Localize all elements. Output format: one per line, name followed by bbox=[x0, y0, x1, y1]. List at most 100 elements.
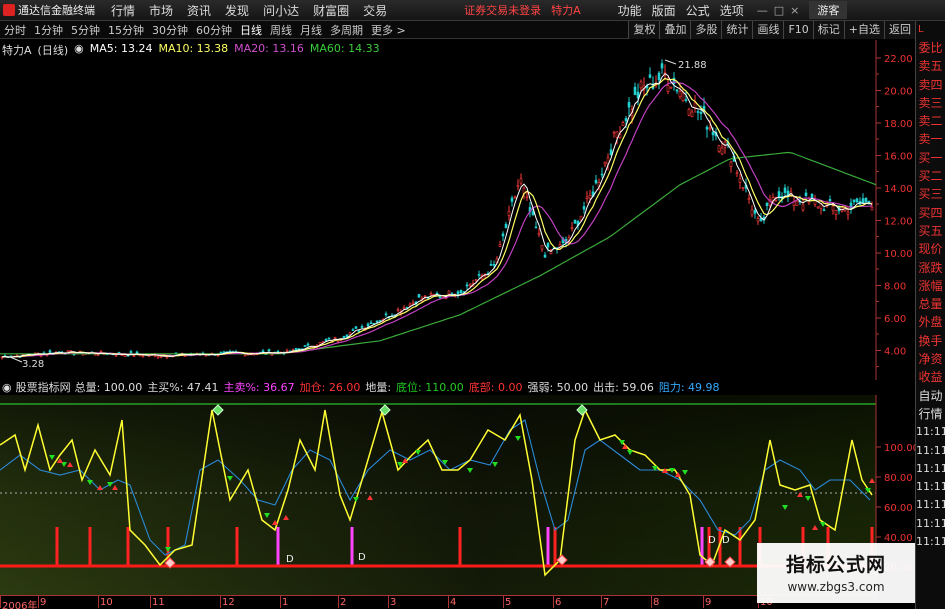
candle-body bbox=[306, 343, 310, 346]
side-item-15[interactable]: 外盘 bbox=[916, 313, 945, 331]
candle-body bbox=[261, 350, 265, 353]
candle-body bbox=[804, 192, 808, 197]
candle-body bbox=[360, 326, 364, 328]
candle-body bbox=[603, 161, 607, 165]
side-item-0[interactable]: 委比 bbox=[916, 39, 945, 57]
candle-body bbox=[777, 191, 781, 198]
date-label-6: 2 bbox=[340, 597, 347, 608]
date-tick-7 bbox=[388, 596, 389, 608]
side-item-20[interactable]: 行情 bbox=[916, 405, 945, 423]
side-item-13[interactable]: 涨幅 bbox=[916, 277, 945, 295]
signal-spike bbox=[350, 527, 354, 566]
side-item-2[interactable]: 卖四 bbox=[916, 76, 945, 94]
side-item-12[interactable]: 涨跌 bbox=[916, 259, 945, 277]
candle-body bbox=[624, 118, 628, 122]
candle-body bbox=[681, 92, 685, 102]
side-item-11[interactable]: 现价 bbox=[916, 240, 945, 258]
ind-label-1: 80.00 bbox=[884, 473, 913, 484]
date-tick-0 bbox=[0, 596, 1, 608]
side-item-16[interactable]: 换手 bbox=[916, 332, 945, 350]
side-item-18[interactable]: 收益 bbox=[916, 368, 945, 386]
date-tick-6 bbox=[338, 596, 339, 608]
indicator-name[interactable]: 股票指标网 bbox=[16, 379, 71, 395]
date-tick-13 bbox=[703, 596, 704, 608]
candle-body bbox=[510, 197, 514, 202]
candle-body bbox=[447, 290, 451, 295]
candle-body bbox=[834, 209, 838, 215]
candle-body bbox=[135, 351, 139, 354]
side-item-9[interactable]: 买四 bbox=[916, 204, 945, 222]
candle-body bbox=[303, 345, 307, 347]
candle-body bbox=[720, 147, 724, 155]
candle-body bbox=[864, 197, 868, 203]
candle-body bbox=[531, 211, 535, 216]
candle-body bbox=[501, 233, 505, 237]
candle-body bbox=[660, 63, 664, 69]
chart-canvas[interactable]: 22.0020.0018.0016.0014.0012.0010.008.006… bbox=[0, 0, 915, 609]
candle-body bbox=[735, 172, 739, 174]
indicator-legend: ◉ 股票指标网 总量: 100.00 主买%: 47.41 主卖%: 36.67 加仓… bbox=[0, 379, 915, 395]
candle-body bbox=[546, 242, 550, 248]
date-label-12: 8 bbox=[653, 597, 660, 608]
candle-body bbox=[294, 348, 298, 351]
candle-body bbox=[396, 309, 400, 312]
candle-body bbox=[753, 209, 757, 214]
date-tick-3 bbox=[150, 596, 151, 608]
candle-body bbox=[468, 284, 472, 287]
price-label-4: 14.00 bbox=[884, 184, 913, 195]
candle-body bbox=[525, 196, 529, 199]
candle-body bbox=[375, 320, 379, 323]
candle-body bbox=[342, 335, 346, 338]
candle-body bbox=[333, 337, 337, 339]
candle-body bbox=[828, 199, 832, 202]
candle-body bbox=[543, 254, 547, 258]
candle-body bbox=[699, 111, 703, 114]
candle-body bbox=[588, 195, 592, 199]
ind-label-0: 100.00 bbox=[884, 443, 915, 454]
candle-body bbox=[351, 329, 355, 331]
side-item-6[interactable]: 买一 bbox=[916, 149, 945, 167]
candle-body bbox=[801, 204, 805, 211]
candle-body bbox=[285, 350, 289, 352]
side-item-8[interactable]: 买三 bbox=[916, 185, 945, 203]
candle-body bbox=[816, 206, 820, 209]
side-item-4[interactable]: 卖二 bbox=[916, 112, 945, 130]
low-label: 3.28 bbox=[22, 359, 44, 370]
candle-body bbox=[750, 209, 754, 216]
side-item-7[interactable]: 买二 bbox=[916, 167, 945, 185]
candle-body bbox=[114, 354, 118, 357]
date-label-1: 9 bbox=[40, 597, 47, 608]
candle-body bbox=[243, 354, 247, 357]
candle-body bbox=[156, 356, 160, 358]
side-item-3[interactable]: 卖三 bbox=[916, 94, 945, 112]
candle-body bbox=[492, 264, 496, 266]
indicator-settings-icon[interactable]: ◉ bbox=[2, 381, 12, 394]
side-item-14[interactable]: 总量 bbox=[916, 295, 945, 313]
side-item-19[interactable]: 自动 bbox=[916, 387, 945, 405]
candle-body bbox=[534, 226, 538, 229]
indicator-value-4: 地量: bbox=[365, 381, 392, 394]
candle-body bbox=[402, 307, 406, 310]
side-time-1: 11:11 bbox=[916, 443, 945, 457]
candle-body bbox=[411, 302, 415, 305]
candle-body bbox=[276, 350, 280, 353]
date-label-4: 12 bbox=[222, 597, 235, 608]
candle-body bbox=[747, 198, 751, 200]
date-axis: 2006年910111212345678910 bbox=[0, 595, 876, 609]
candle-body bbox=[48, 350, 52, 353]
legend-ma20: MA20: 13.16 bbox=[234, 42, 304, 55]
candle-body bbox=[612, 131, 616, 134]
side-item-5[interactable]: 卖一 bbox=[916, 130, 945, 148]
indicator-value-1: 主买%: 47.41 bbox=[147, 381, 219, 394]
side-item-17[interactable]: 净资 bbox=[916, 350, 945, 368]
candle-body bbox=[633, 86, 637, 96]
side-item-10[interactable]: 买五 bbox=[916, 222, 945, 240]
candle-body bbox=[783, 187, 787, 193]
ind-label-2: 60.00 bbox=[884, 503, 913, 514]
candle-body bbox=[627, 102, 631, 108]
candle-body bbox=[579, 215, 583, 221]
price-label-1: 20.00 bbox=[884, 87, 913, 98]
price-chart-bg bbox=[0, 40, 876, 380]
side-item-1[interactable]: 卖五 bbox=[916, 57, 945, 75]
legend-ma60: MA60: 14.33 bbox=[309, 42, 380, 55]
